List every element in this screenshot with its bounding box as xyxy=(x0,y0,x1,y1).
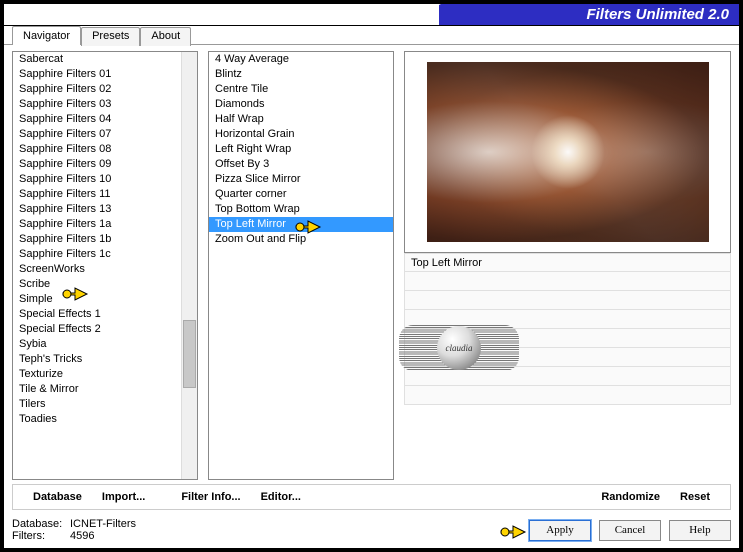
category-item[interactable]: Teph's Tricks xyxy=(13,352,197,367)
category-item[interactable]: Tile & Mirror xyxy=(13,382,197,397)
editor-button[interactable]: Editor... xyxy=(251,487,311,507)
category-item[interactable]: Sapphire Filters 02 xyxy=(13,82,197,97)
category-item[interactable]: ScreenWorks xyxy=(13,262,197,277)
filter-item[interactable]: Top Left Mirror xyxy=(209,217,393,232)
category-item[interactable]: Sabercat xyxy=(13,52,197,67)
randomize-button[interactable]: Randomize xyxy=(591,487,670,507)
category-item[interactable]: Sapphire Filters 03 xyxy=(13,97,197,112)
preview-panel xyxy=(404,51,731,253)
category-item[interactable]: Simple xyxy=(13,292,197,307)
tab-navigator[interactable]: Navigator xyxy=(12,26,81,45)
tab-presets[interactable]: Presets xyxy=(81,27,140,46)
filter-info-button[interactable]: Filter Info... xyxy=(171,487,250,507)
filter-item[interactable]: Diamonds xyxy=(209,97,393,112)
tab-about[interactable]: About xyxy=(140,27,191,46)
category-item[interactable]: Toadies xyxy=(13,412,197,427)
filter-item[interactable]: Offset By 3 xyxy=(209,157,393,172)
status-area: Database: ICNET-Filters Filters: 4596 xyxy=(12,518,521,542)
category-item[interactable]: Sapphire Filters 10 xyxy=(13,172,197,187)
filter-item[interactable]: Centre Tile xyxy=(209,82,393,97)
preview-image xyxy=(427,62,709,242)
filter-item[interactable]: Horizontal Grain xyxy=(209,127,393,142)
parameter-area: Top Left Mirror xyxy=(404,253,731,405)
database-button[interactable]: Database xyxy=(23,487,92,507)
category-item[interactable]: Special Effects 1 xyxy=(13,307,197,322)
tab-strip: Navigator Presets About xyxy=(4,25,739,44)
reset-button[interactable]: Reset xyxy=(670,487,720,507)
filter-item[interactable]: Top Bottom Wrap xyxy=(209,202,393,217)
category-item[interactable]: Special Effects 2 xyxy=(13,322,197,337)
category-item[interactable]: Sybia xyxy=(13,337,197,352)
category-item[interactable]: Texturize xyxy=(13,367,197,382)
filter-item[interactable]: 4 Way Average xyxy=(209,52,393,67)
filter-item[interactable]: Blintz xyxy=(209,67,393,82)
cancel-button[interactable]: Cancel xyxy=(599,520,661,541)
category-item[interactable]: Sapphire Filters 07 xyxy=(13,127,197,142)
category-item[interactable]: Sapphire Filters 1b xyxy=(13,232,197,247)
category-item[interactable]: Sapphire Filters 13 xyxy=(13,202,197,217)
app-title: Filters Unlimited 2.0 xyxy=(586,6,729,23)
param-label: Top Left Mirror xyxy=(405,257,555,269)
filter-item[interactable]: Quarter corner xyxy=(209,187,393,202)
apply-button[interactable]: Apply xyxy=(529,520,591,541)
category-item[interactable]: Sapphire Filters 09 xyxy=(13,157,197,172)
category-item[interactable]: Scribe xyxy=(13,277,197,292)
status-db-value: ICNET-Filters xyxy=(70,518,136,530)
filter-item[interactable]: Left Right Wrap xyxy=(209,142,393,157)
category-item[interactable]: Sapphire Filters 04 xyxy=(13,112,197,127)
category-item[interactable]: Tilers xyxy=(13,397,197,412)
category-item[interactable]: Sapphire Filters 11 xyxy=(13,187,197,202)
filter-item[interactable]: Half Wrap xyxy=(209,112,393,127)
title-banner: Filters Unlimited 2.0 xyxy=(4,4,739,26)
status-filters-value: 4596 xyxy=(70,530,94,542)
status-db-label: Database: xyxy=(12,518,64,530)
category-item[interactable]: Sapphire Filters 01 xyxy=(13,67,197,82)
filter-item[interactable]: Pizza Slice Mirror xyxy=(209,172,393,187)
scrollbar-thumb[interactable] xyxy=(183,320,196,388)
category-item[interactable]: Sapphire Filters 1c xyxy=(13,247,197,262)
status-filters-label: Filters: xyxy=(12,530,64,542)
help-button[interactable]: Help xyxy=(669,520,731,541)
filter-list[interactable]: 4 Way AverageBlintzCentre TileDiamondsHa… xyxy=(208,51,394,480)
category-list[interactable]: SabercatSapphire Filters 01Sapphire Filt… xyxy=(12,51,198,480)
category-item[interactable]: Sapphire Filters 08 xyxy=(13,142,197,157)
toolbar-row: Database Import... Filter Info... Editor… xyxy=(12,484,731,510)
import-button[interactable]: Import... xyxy=(92,487,155,507)
filter-item[interactable]: Zoom Out and Flip xyxy=(209,232,393,247)
category-item[interactable]: Sapphire Filters 1a xyxy=(13,217,197,232)
category-scrollbar[interactable] xyxy=(181,52,197,479)
